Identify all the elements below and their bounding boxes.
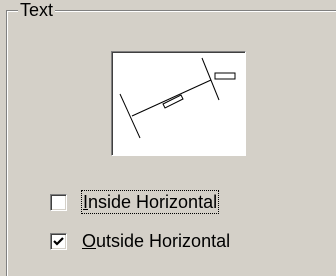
dimension-preview-icon [119, 57, 236, 139]
outside-horizontal-label[interactable]: Outside Horizontal [82, 230, 230, 252]
outside-horizontal-label-text: utside Horizontal [96, 231, 231, 251]
inside-horizontal-label[interactable]: Inside Horizontal [80, 190, 220, 214]
inside-horizontal-label-text: nside Horizontal [88, 192, 218, 212]
groupbox-title: Text [18, 0, 56, 20]
outside-horizontal-mnemonic: O [82, 231, 97, 251]
text-placement-preview [111, 51, 246, 156]
inside-horizontal-option[interactable]: Inside Horizontal [50, 190, 220, 214]
checkmark-icon [53, 236, 64, 246]
inside-horizontal-checkbox[interactable] [50, 193, 67, 211]
outside-horizontal-checkbox[interactable] [50, 232, 67, 250]
outside-horizontal-option[interactable]: Outside Horizontal [50, 229, 230, 253]
